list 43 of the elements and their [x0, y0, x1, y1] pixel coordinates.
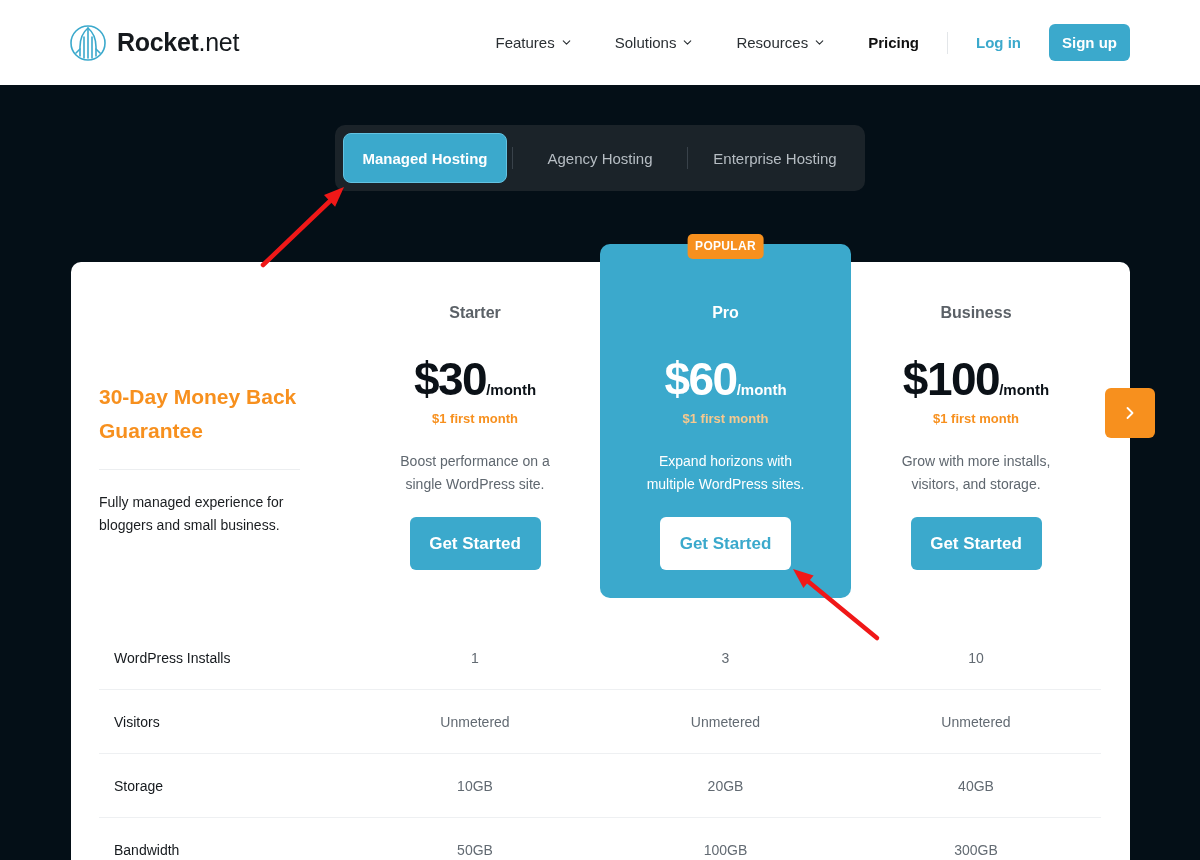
plan-summary-text: Fully managed experience for bloggers and small business.	[99, 493, 285, 535]
feature-value: 1	[471, 649, 479, 666]
promo-text: $1 first month	[933, 411, 1019, 427]
plan-description: Boost performance on a single WordPress site.	[399, 452, 551, 494]
feature-label: WordPress Installs	[113, 649, 232, 666]
plan-description: Grow with more installs, visitors, and storage.	[900, 452, 1052, 494]
plan-description: Expand horizons with multiple WordPress sites.	[645, 452, 806, 494]
logo-icon	[70, 24, 106, 61]
feature-value: Unmetered	[440, 713, 510, 730]
feature-value: 3	[721, 649, 730, 666]
feature-value: 300GB	[954, 841, 998, 858]
feature-value: 100GB	[703, 841, 748, 858]
plan-price: $100	[902, 354, 1000, 404]
guarantee-heading: 30-Day Money Back Guarantee	[99, 384, 298, 444]
feature-value: Unmetered	[941, 713, 1011, 730]
feature-label: Bandwidth	[113, 841, 181, 858]
price-period: /month	[999, 381, 1050, 398]
plan-price: $30	[413, 354, 487, 404]
plan-name: Starter	[449, 303, 501, 323]
feature-value: 40GB	[958, 777, 994, 794]
feature-label: Visitors	[113, 713, 161, 730]
plan-name: Business	[940, 303, 1012, 323]
price-period: /month	[486, 381, 537, 398]
promo-text: $1 first month	[432, 411, 518, 427]
plan-price: $60	[664, 354, 737, 404]
logo-wordmark[interactable]: Rocket.net	[117, 28, 240, 57]
feature-value: 10	[968, 649, 984, 666]
nav-menu-button[interactable]: Features	[495, 34, 573, 51]
price-period: /month	[736, 381, 787, 398]
promo-text: $1 first month	[682, 411, 769, 427]
hosting-tab[interactable]: Enterprise Hosting	[693, 133, 857, 183]
plan-name: Pro	[712, 303, 739, 323]
nav-menu-button[interactable]: Resources	[736, 34, 827, 51]
feature-value: 50GB	[457, 841, 493, 858]
feature-label: Storage	[113, 777, 165, 794]
nav-link[interactable]: Pricing	[868, 34, 919, 51]
nav-menu-button[interactable]: Solutions	[614, 34, 695, 51]
feature-value: 10GB	[457, 777, 493, 794]
hosting-tab[interactable]: Agency Hosting	[518, 133, 682, 183]
feature-value: Unmetered	[690, 713, 761, 730]
feature-value: 20GB	[707, 777, 744, 794]
next-slide-button[interactable]	[1105, 388, 1155, 438]
popular-badge: POPULAR	[687, 234, 764, 259]
